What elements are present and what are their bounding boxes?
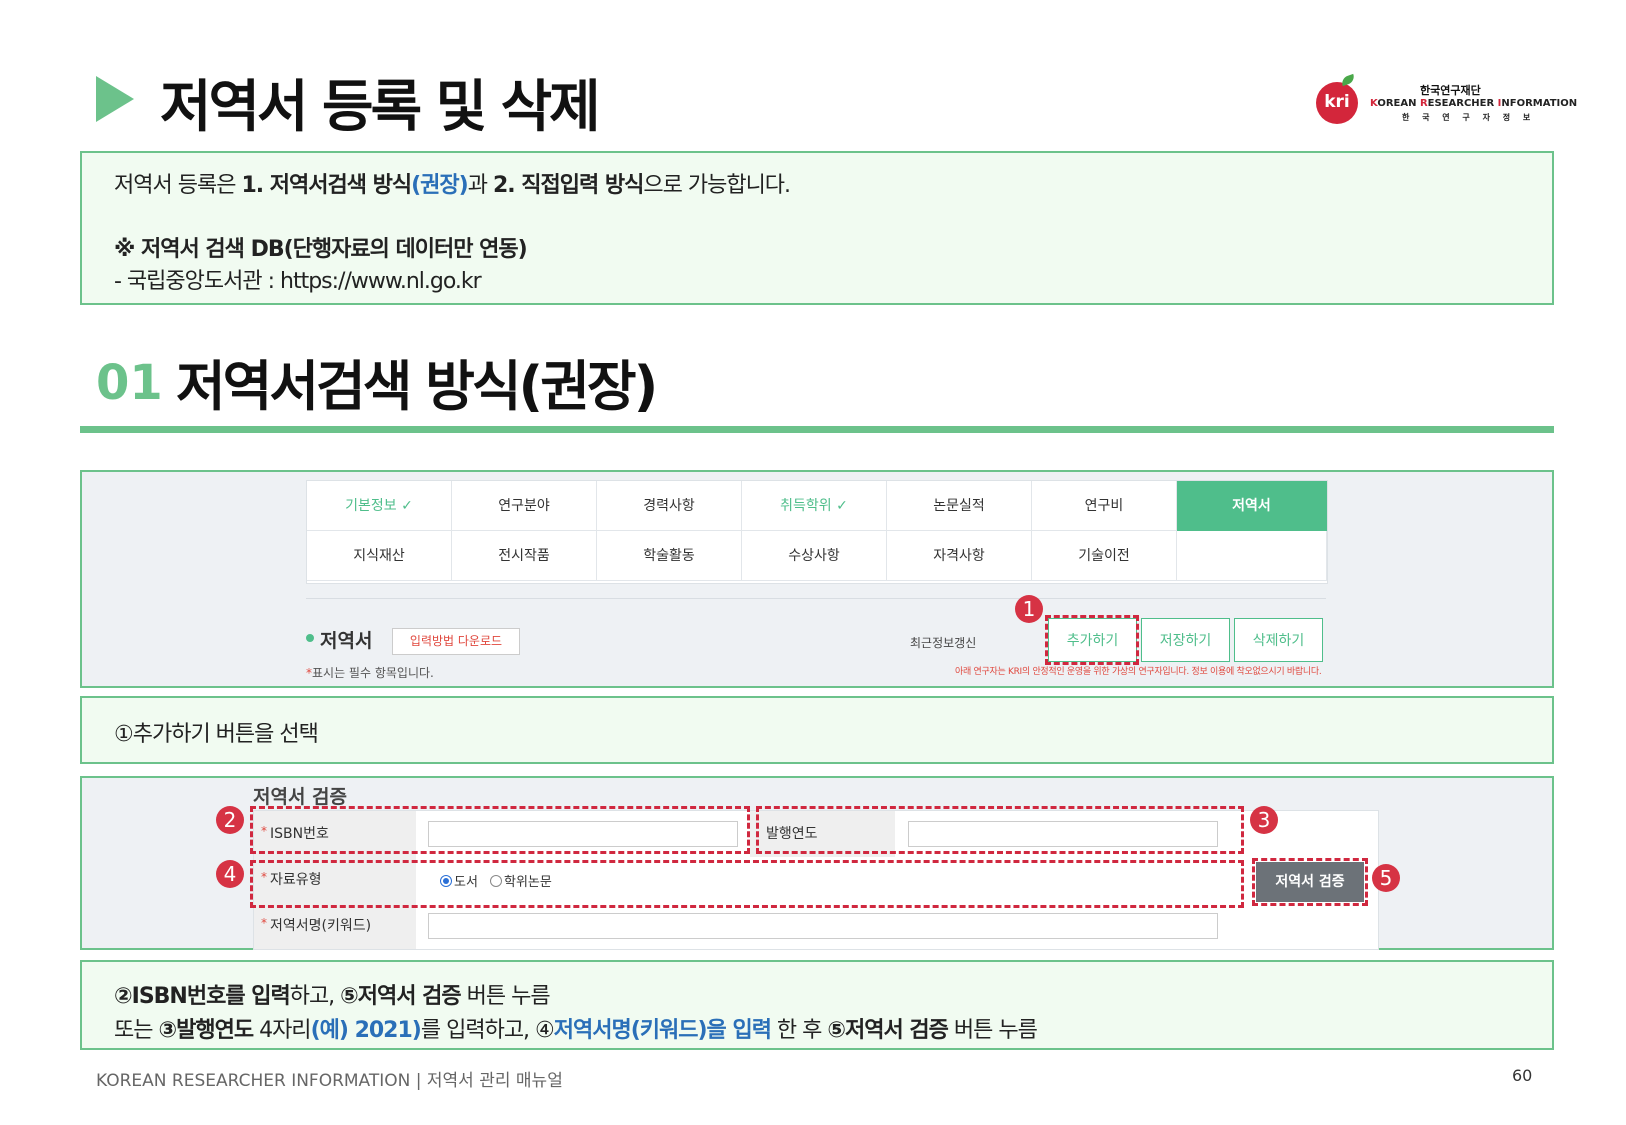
kri-apple-logo: kri bbox=[1316, 82, 1358, 124]
step2-box: ②ISBN번호를 입력하고, ⑤저역서 검증 버튼 누름 또는 ③발행연도 4자… bbox=[80, 960, 1554, 1050]
tab-qualifications[interactable]: 자격사항 bbox=[887, 531, 1032, 581]
section-divider bbox=[80, 426, 1554, 433]
tab-academic[interactable]: 학술활동 bbox=[597, 531, 742, 581]
tab-papers[interactable]: 논문실적 bbox=[887, 481, 1032, 531]
footer-text: KOREAN RESEARCHER INFORMATION | 저역서 관리 매… bbox=[96, 1071, 563, 1091]
form-title: 저역서 검증 bbox=[253, 786, 348, 808]
logo-korean-name: 한국연구재단 bbox=[1420, 84, 1481, 97]
tab-basic-info[interactable]: 기본정보 ✓ bbox=[307, 481, 452, 531]
section-title: 저역서검색 방식(권장) bbox=[176, 355, 658, 418]
required-note: *표시는 필수 항목입니다. bbox=[306, 666, 434, 680]
marker-4: 4 bbox=[216, 860, 244, 888]
delete-button[interactable]: 삭제하기 bbox=[1234, 618, 1323, 662]
tab-books[interactable]: 저역서 bbox=[1177, 481, 1327, 531]
marker-2: 2 bbox=[216, 806, 244, 834]
step1-text: ①추가하기 버튼을 선택 bbox=[114, 722, 319, 747]
intro-box: 저역서 등록은 1. 저역서검색 방식(권장)과 2. 직접입력 방식으로 가능… bbox=[80, 151, 1554, 305]
books-section-label: 저역서 bbox=[320, 630, 373, 652]
intro-line-1: 저역서 등록은 1. 저역서검색 방식(권장)과 2. 직접입력 방식으로 가능… bbox=[114, 173, 791, 198]
tab-awards[interactable]: 수상사항 bbox=[742, 531, 887, 581]
tab-exhibition[interactable]: 전시작품 bbox=[452, 531, 597, 581]
highlight-add-button bbox=[1045, 615, 1139, 665]
tab-career[interactable]: 경력사항 bbox=[597, 481, 742, 531]
tab-research-field[interactable]: 연구분야 bbox=[452, 481, 597, 531]
recent-update-link[interactable]: 최근정보갱신 bbox=[910, 634, 976, 651]
book-name-input[interactable] bbox=[428, 913, 1218, 939]
intro-line-2: ※ 저역서 검색 DB(단행자료의 데이터만 연동) bbox=[114, 237, 528, 262]
marker-3: 3 bbox=[1250, 806, 1278, 834]
play-triangle-icon bbox=[96, 76, 134, 122]
category-tabs: 기본정보 ✓ 연구분야 경력사항 취득학위 ✓ 논문실적 연구비 저역서 지식재… bbox=[306, 480, 1328, 584]
step2-line-1: ②ISBN번호를 입력하고, ⑤저역서 검증 버튼 누름 bbox=[114, 984, 551, 1009]
marker-1: 1 bbox=[1015, 595, 1043, 623]
tab-degree[interactable]: 취득학위 ✓ bbox=[742, 481, 887, 531]
divider bbox=[306, 598, 1326, 599]
highlight-type bbox=[250, 860, 1244, 908]
step2-line-2: 또는 ③발행연도 4자리(예) 2021)를 입력하고, ④저역서명(키워드)을… bbox=[114, 1018, 1038, 1043]
virtual-researcher-warning: 아래 연구자는 KRI의 안정적인 운영을 위한 가상의 연구자입니다. 정보 … bbox=[955, 667, 1322, 677]
book-name-label: * 저역서명(키워드) bbox=[254, 903, 416, 949]
highlight-verify bbox=[1252, 858, 1368, 906]
page-title: 저역서 등록 및 삭제 bbox=[160, 75, 601, 140]
kri-logo: kri 한국연구재단 KOREAN RESEARCHER INFORMATION… bbox=[1316, 73, 1577, 130]
download-guide-button[interactable]: 입력방법 다운로드 bbox=[392, 628, 520, 655]
bullet-dot-icon bbox=[306, 634, 314, 642]
tab-ip[interactable]: 지식재산 bbox=[307, 531, 452, 581]
tab-tech-transfer[interactable]: 기술이전 bbox=[1032, 531, 1177, 581]
logo-spaced-name: 한 국 연 구 자 정 보 bbox=[1402, 113, 1536, 122]
intro-line-3: - 국립중앙도서관 : https://www.nl.go.kr bbox=[114, 269, 482, 294]
section-number: 01 bbox=[96, 355, 163, 411]
step1-box: ①추가하기 버튼을 선택 bbox=[80, 696, 1554, 764]
tab-empty bbox=[1177, 531, 1327, 581]
marker-5: 5 bbox=[1372, 864, 1400, 892]
save-button[interactable]: 저장하기 bbox=[1141, 618, 1230, 662]
page-number: 60 bbox=[1512, 1066, 1533, 1085]
highlight-isbn bbox=[250, 806, 750, 854]
logo-english-name: KOREAN RESEARCHER INFORMATION bbox=[1370, 98, 1578, 109]
highlight-year bbox=[756, 806, 1244, 854]
tab-research-funds[interactable]: 연구비 bbox=[1032, 481, 1177, 531]
